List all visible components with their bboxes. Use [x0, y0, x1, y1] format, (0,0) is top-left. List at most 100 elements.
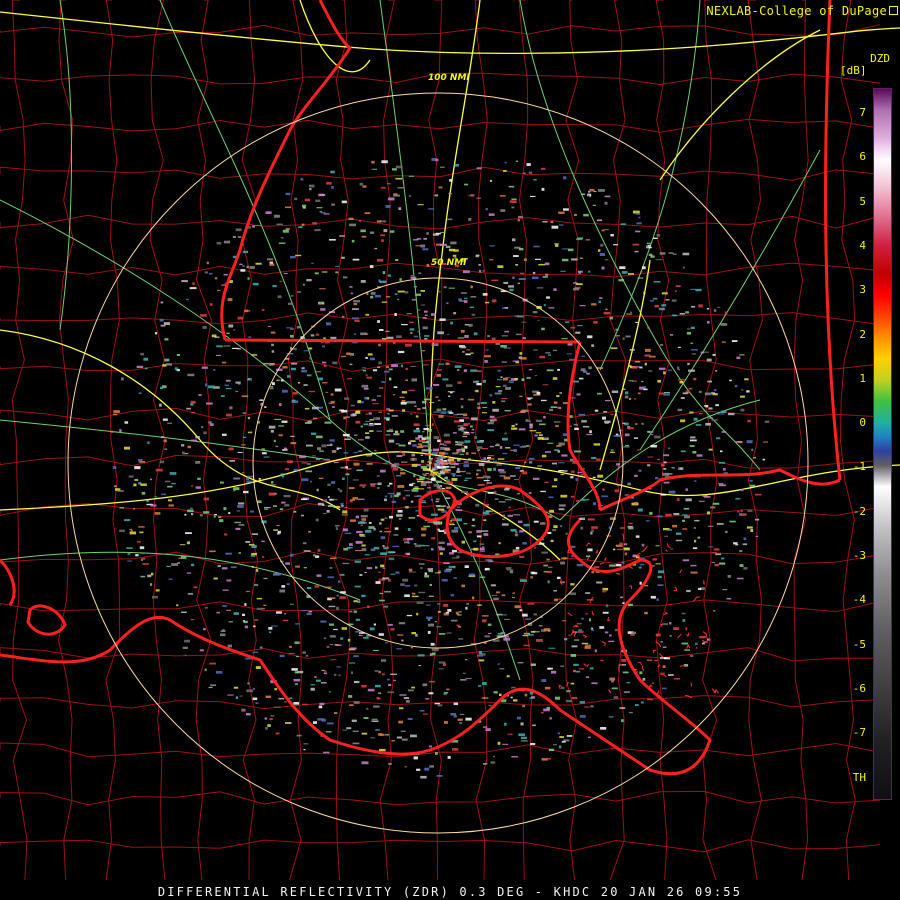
- echo-pixel: [657, 575, 662, 579]
- echo-pixel: [629, 397, 632, 400]
- echo-pixel: [543, 564, 548, 567]
- echo-pixel: [519, 352, 523, 355]
- echo-pixel: [342, 276, 348, 279]
- echo-pixel: [377, 395, 382, 397]
- echo-pixel: [577, 325, 583, 327]
- echo-pixel: [566, 735, 573, 737]
- echo-pixel: [539, 434, 543, 436]
- echo-pixel: [383, 463, 388, 465]
- echo-pixel: [136, 365, 144, 368]
- echo-pixel: [366, 376, 373, 379]
- echo-pixel: [209, 550, 216, 553]
- echo-pixel: [511, 686, 516, 689]
- echo-pixel: [190, 619, 195, 621]
- echo-pixel: [550, 221, 554, 224]
- echo-pixel: [367, 605, 370, 608]
- echo-pixel: [479, 576, 486, 578]
- echo-pixel: [279, 403, 282, 406]
- echo-pixel: [544, 481, 549, 484]
- echo-pixel: [481, 697, 489, 699]
- echo-pixel: [581, 642, 589, 645]
- echo-pixel: [432, 471, 439, 474]
- echo-pixel: [191, 513, 194, 516]
- echo-pixel: [523, 644, 530, 647]
- echo-pixel: [424, 338, 428, 340]
- echo-pixel: [438, 541, 445, 544]
- echo-pixel: [391, 464, 396, 468]
- echo-pixel: [554, 243, 559, 245]
- echo-pixel: [675, 539, 683, 542]
- echo-pixel: [592, 476, 596, 478]
- echo-pixel: [380, 469, 386, 473]
- echo-pixel: [219, 519, 224, 523]
- echo-pixel: [182, 451, 185, 455]
- echo-pixel: [378, 411, 382, 413]
- echo-pixel: [314, 371, 322, 373]
- echo-pixel: [184, 453, 189, 455]
- echo-pixel: [285, 562, 290, 565]
- echo-pixel: [226, 413, 232, 417]
- echo-pixel: [575, 331, 581, 334]
- echo-pixel: [519, 609, 523, 612]
- echo-pixel: [707, 321, 710, 324]
- marsh-coast: [666, 543, 671, 549]
- echo-pixel: [428, 595, 434, 597]
- echo-pixel: [663, 454, 669, 457]
- echo-pixel: [460, 346, 467, 349]
- echo-pixel: [650, 444, 657, 448]
- echo-pixel: [520, 722, 524, 726]
- echo-pixel: [551, 225, 559, 229]
- credit-label: NEXLAB-College of DuPage: [706, 4, 887, 18]
- external-link-icon[interactable]: [889, 6, 898, 15]
- echo-pixel: [744, 378, 749, 381]
- echo-pixel: [553, 349, 557, 352]
- echo-pixel: [429, 765, 434, 768]
- echo-pixel: [302, 703, 308, 705]
- echo-pixel: [682, 392, 689, 395]
- echo-pixel: [456, 413, 464, 415]
- echo-pixel: [456, 450, 460, 453]
- echo-pixel: [657, 379, 662, 383]
- echo-pixel: [624, 433, 630, 437]
- echo-pixel: [540, 167, 546, 170]
- echo-pixel: [397, 510, 403, 513]
- echo-pixel: [478, 685, 482, 687]
- echo-pixel: [445, 479, 451, 482]
- echo-pixel: [502, 437, 508, 441]
- echo-pixel: [653, 237, 658, 239]
- echo-pixel: [699, 636, 706, 639]
- echo-pixel: [230, 566, 237, 569]
- echo-pixel: [322, 382, 328, 384]
- echo-pixel: [549, 509, 554, 513]
- echo-pixel: [405, 494, 410, 497]
- echo-pixel: [232, 236, 236, 238]
- echo-pixel: [463, 369, 468, 373]
- echo-pixel: [365, 432, 370, 434]
- echo-pixel: [294, 671, 298, 674]
- echo-pixel: [707, 511, 711, 515]
- echo-pixel: [265, 211, 272, 214]
- echo-pixel: [316, 574, 322, 577]
- echo-pixel: [579, 715, 586, 718]
- echo-pixel: [599, 297, 603, 299]
- echo-pixel: [306, 463, 311, 465]
- echo-pixel: [483, 479, 490, 482]
- echo-pixel: [345, 473, 350, 476]
- echo-pixel: [400, 402, 407, 405]
- echo-pixel: [446, 632, 452, 634]
- echo-pixel: [482, 619, 487, 623]
- echo-pixel: [417, 654, 425, 657]
- echo-pixel: [587, 194, 590, 197]
- echo-pixel: [511, 427, 518, 430]
- echo-pixel: [433, 411, 440, 413]
- echo-pixel: [298, 382, 301, 384]
- radar-map[interactable]: [0, 0, 900, 900]
- echo-pixel: [456, 441, 464, 444]
- echo-pixel: [470, 352, 474, 354]
- echo-pixel: [621, 271, 628, 274]
- echo-pixel: [390, 628, 395, 631]
- echo-pixel: [679, 381, 684, 384]
- echo-pixel: [426, 232, 429, 235]
- echo-pixel: [440, 521, 443, 525]
- echo-pixel: [359, 533, 364, 536]
